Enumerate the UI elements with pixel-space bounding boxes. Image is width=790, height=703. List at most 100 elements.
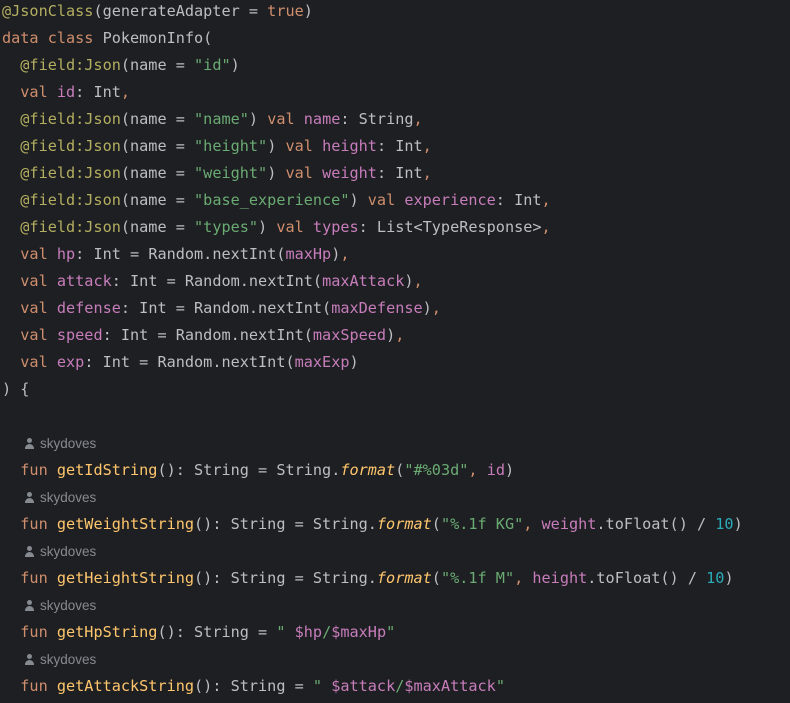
author-inlay-hint[interactable]: skydoves [24,538,96,565]
code-line[interactable]: @field:Json(name = "types") val types: L… [0,214,790,241]
person-icon [24,438,35,449]
code-token: ) { [2,380,30,398]
code-token: "id" [194,56,231,74]
code-token: : Int = Random.nextInt( [75,245,286,263]
code-text: val speed: Int = Random.nextInt(maxSpeed… [2,322,404,349]
code-line[interactable]: fun getHeightString(): String = String.f… [0,565,790,592]
author-inlay-hint[interactable]: skydoves [24,430,96,457]
code-token: format [340,461,396,479]
code-line[interactable]: @field:Json(name = "height") val height:… [0,133,790,160]
code-line[interactable]: val hp: Int = Random.nextInt(maxHp), [0,241,790,268]
code-token: ) [404,272,414,290]
code-token: data class [2,29,103,47]
author-inlay-hint[interactable]: skydoves [24,592,96,619]
person-icon [24,654,35,665]
code-text: @field:Json(name = "height") val height:… [2,133,432,160]
code-token: getAttackString [56,677,195,695]
code-line[interactable]: fun getAttackString(): String = " $attac… [0,673,790,700]
code-token: fun [2,515,57,533]
code-token: , [395,326,405,344]
code-token: val [2,245,57,263]
code-token: format [376,515,432,533]
code-token: val [285,137,323,155]
code-editor[interactable]: @JsonClass(generateAdapter = true) data c… [0,0,790,703]
code-token: (): String = String. [157,461,341,479]
code-text: ) { [2,376,29,403]
code-token: " [386,623,396,641]
code-token: ) [349,191,368,209]
code-token: getHpString [56,623,158,641]
code-token: @field:Json [2,137,121,155]
code-line[interactable]: @JsonClass(generateAdapter = true) [0,0,790,25]
code-line[interactable]: ) { [0,376,790,403]
code-token: id [56,83,76,101]
code-token: val [2,353,57,371]
code-token: maxDefense [331,299,423,317]
code-text: @field:Json(name = "types") val types: L… [2,214,550,241]
code-token: ) [504,461,515,479]
code-token: , [422,164,432,182]
code-token: @field:Json [2,164,121,182]
code-token: $maxAttack [404,677,496,695]
code-token: "height" [194,137,268,155]
code-token: name [303,110,341,128]
code-line[interactable]: fun getIdString(): String = String.forma… [0,457,790,484]
code-token: id [486,461,505,479]
code-token: : Int [495,191,542,209]
code-line[interactable]: val attack: Int = Random.nextInt(maxAtta… [0,268,790,295]
code-token: 10 [715,515,734,533]
code-line[interactable]: val speed: Int = Random.nextInt(maxSpeed… [0,322,790,349]
code-line[interactable]: fun getWeightString(): String = String.f… [0,511,790,538]
code-token: val [285,164,323,182]
code-token: ( [395,461,405,479]
code-token: getIdString [56,461,158,479]
author-inlay-hint[interactable]: skydoves [24,646,96,673]
author-hint: skydoves [0,646,790,673]
person-icon [24,492,35,503]
code-line[interactable]: val exp: Int = Random.nextInt(maxExp) [0,349,790,376]
code-token: val [276,218,313,236]
code-token: ) [230,56,240,74]
author-name: skydoves [40,490,97,505]
author-hint: skydoves [0,538,790,565]
code-token: ) [724,569,734,587]
code-line[interactable]: @field:Json(name = "weight") val weight:… [0,160,790,187]
code-token: : Int = Random.nextInt( [84,353,295,371]
code-line[interactable]: @field:Json(name = "name") val name: Str… [0,106,790,133]
code-token: ) [733,515,743,533]
code-text: val hp: Int = Random.nextInt(maxHp), [2,241,349,268]
code-token: $maxHp [331,623,387,641]
code-line[interactable]: @field:Json(name = "base_experience") va… [0,187,790,214]
code-line[interactable]: val defense: Int = Random.nextInt(maxDef… [0,295,790,322]
code-text: @field:Json(name = "id") [2,52,240,79]
code-token: ) [422,299,432,317]
code-text: data class PokemonInfo( [2,25,212,52]
code-token: : Int [75,83,121,101]
code-line[interactable]: data class PokemonInfo( [0,25,790,52]
code-token: "%.1f M" [440,569,515,587]
code-token: "name" [194,110,249,128]
code-token: maxAttack [322,272,405,290]
code-token: ) [331,245,341,263]
code-line[interactable]: @field:Json(name = "id") [0,52,790,79]
code-token: val [2,299,57,317]
code-token: true [267,2,304,20]
code-token: val [2,83,57,101]
code-token: "base_experience" [194,191,350,209]
code-token: , [413,272,423,290]
code-token: (): String = [157,623,277,641]
code-line[interactable]: fun getHpString(): String = " $hp/$maxHp… [0,619,790,646]
code-token: "%.1f KG" [440,515,524,533]
blank-line[interactable] [0,403,790,430]
code-text: fun getIdString(): String = String.forma… [2,457,514,484]
code-token: (name = [120,137,195,155]
code-text: @JsonClass(generateAdapter = true) [2,0,313,25]
code-token: / [322,623,332,641]
code-token: 10 [706,569,725,587]
code-line[interactable]: val id: Int, [0,79,790,106]
author-inlay-hint[interactable]: skydoves [24,484,96,511]
code-token: (generateAdapter = [93,2,268,20]
code-token: (): String = String. [194,569,377,587]
author-name: skydoves [40,544,97,559]
code-token: fun [2,677,57,695]
